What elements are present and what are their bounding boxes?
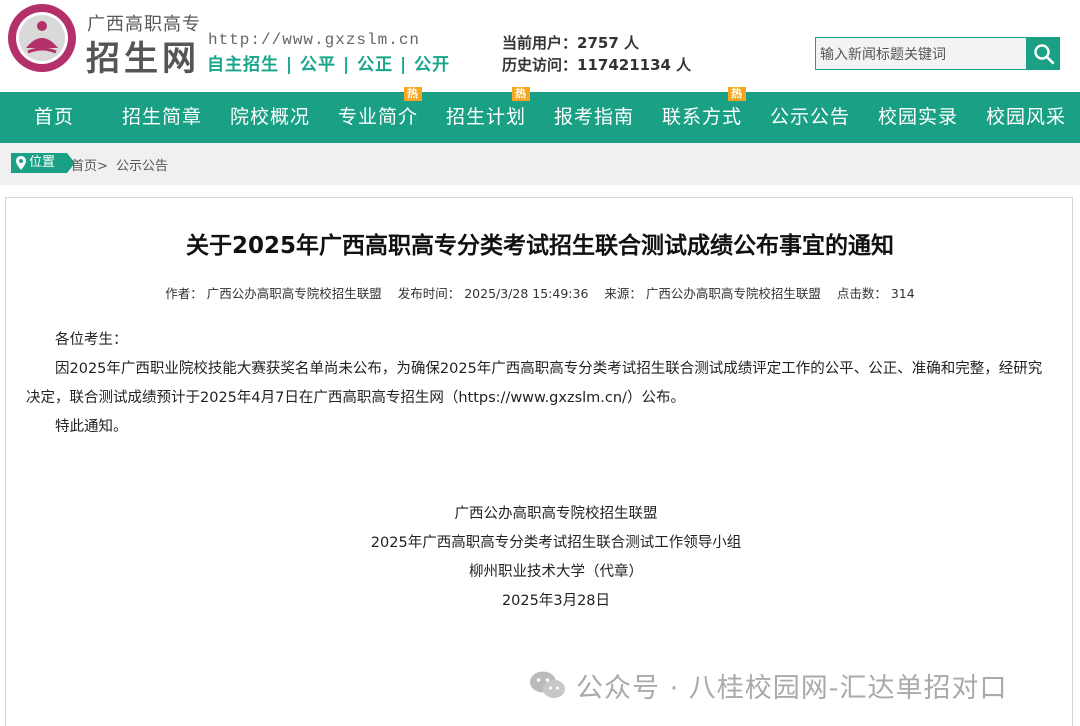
- site-url: http://www.gxzslm.cn: [208, 31, 421, 49]
- hot-badge: 热: [404, 87, 422, 101]
- article-clicks: 点击数： 314: [836, 286, 915, 301]
- nav-item-home[interactable]: 首页: [0, 92, 108, 143]
- wechat-icon: [530, 671, 565, 698]
- article-title: 关于2025年广西高职高专分类考试招生联合测试成绩公布事宜的通知: [185, 233, 894, 259]
- article-publish-time: 发布时间： 2025/3/28 15:49:36: [397, 286, 589, 301]
- article-author: 作者： 广西公办高职高专院校招生联盟: [165, 286, 382, 301]
- nav-item-campus-style[interactable]: 校园风采: [972, 92, 1080, 143]
- main-nav: 首页 招生简章 院校概况 专业简介热 招生计划热 报考指南 联系方式热 公示公告…: [0, 87, 1080, 143]
- breadcrumb-home-link[interactable]: 首页>: [71, 159, 108, 174]
- greeting: 各位考生：: [55, 332, 128, 348]
- current-users: 当前用户：2757 人: [502, 34, 639, 52]
- site-header: 广西高职高专 招生网 http://www.gxzslm.cn 自主招生 | 公…: [0, 0, 1080, 92]
- article-source: 来源： 广西公办高职高专院校招生联盟: [604, 286, 821, 301]
- body-paragraph: 因2025年广西职业院校技能大赛获奖名单尚未公布，为确保2025年广西高职高专分…: [26, 361, 1043, 406]
- nav-item-application-guide[interactable]: 报考指南: [540, 92, 648, 143]
- hot-badge: 热: [728, 87, 746, 101]
- nav-item-school-overview[interactable]: 院校概况: [216, 92, 324, 143]
- article-panel: 关于2025年广西高职高专分类考试招生联合测试成绩公布事宜的通知 作者： 广西公…: [5, 197, 1073, 726]
- search-icon: [1033, 43, 1054, 64]
- signature-line: 2025年广西高职高专分类考试招生联合测试工作领导小组: [370, 535, 742, 551]
- article-body: 各位考生： 因2025年广西职业院校技能大赛获奖名单尚未公布，为确保2025年广…: [26, 326, 1051, 442]
- watermark-text: 公众号 · 八桂校园网-汇达单招对口: [576, 672, 1008, 704]
- search-box: [815, 37, 1060, 70]
- signature-block: 广西公办高职高专院校招生联盟 2025年广西高职高专分类考试招生联合测试工作领导…: [6, 500, 1080, 616]
- signature-date: 2025年3月28日: [501, 593, 611, 609]
- nav-item-contact[interactable]: 联系方式热: [648, 87, 756, 143]
- breadcrumb: 位置 首页> 公示公告: [0, 143, 1080, 185]
- nav-item-majors[interactable]: 专业简介热: [324, 87, 432, 143]
- closing: 特此通知。: [55, 419, 128, 435]
- search-button[interactable]: [1027, 37, 1060, 70]
- signature-line: 柳州职业技术大学（代章）: [469, 564, 643, 580]
- map-pin-icon: [16, 156, 26, 170]
- school-seal-logo[interactable]: [6, 2, 78, 74]
- visitor-stats: 当前用户：2757 人 历史访问：117421134 人: [502, 32, 691, 76]
- hot-badge: 热: [512, 87, 530, 101]
- site-name[interactable]: 招生网: [86, 31, 200, 80]
- history-visits: 历史访问：117421134 人: [502, 56, 692, 74]
- signature-line: 广西公办高职高专院校招生联盟: [454, 506, 658, 522]
- search-input[interactable]: [815, 37, 1027, 70]
- nav-item-enrollment-plan[interactable]: 招生计划热: [432, 87, 540, 143]
- watermark: 公众号 · 八桂校园网-汇达单招对口: [528, 665, 1008, 705]
- nav-item-campus-records[interactable]: 校园实录: [864, 92, 972, 143]
- article-meta: 作者： 广西公办高职高专院校招生联盟 发布时间： 2025/3/28 15:49…: [6, 283, 1074, 302]
- nav-item-announcements[interactable]: 公示公告: [756, 92, 864, 143]
- location-tag: 位置: [11, 153, 75, 173]
- breadcrumb-path: 首页> 公示公告: [71, 155, 172, 174]
- breadcrumb-current[interactable]: 公示公告: [116, 159, 168, 174]
- site-slogan: 自主招生 | 公平 | 公正 | 公开: [207, 55, 451, 75]
- nav-item-admission-guide[interactable]: 招生简章: [108, 92, 216, 143]
